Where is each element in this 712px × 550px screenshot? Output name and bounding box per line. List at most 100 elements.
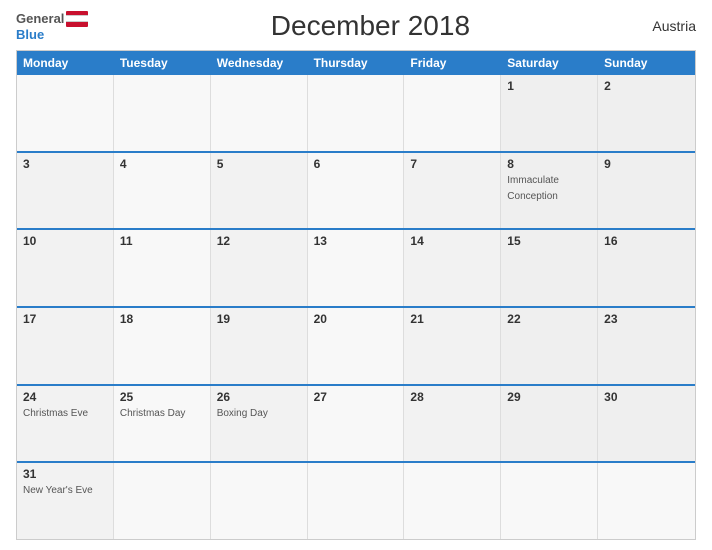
- day-number: 5: [217, 157, 301, 171]
- calendar-week-1: 12: [17, 75, 695, 151]
- calendar-cell: 7: [404, 153, 501, 229]
- day-number: 29: [507, 390, 591, 404]
- calendar-cell: 28: [404, 386, 501, 462]
- calendar-cell: 19: [211, 308, 308, 384]
- day-number: 15: [507, 234, 591, 248]
- logo: General Blue: [16, 11, 88, 42]
- day-number: 17: [23, 312, 107, 326]
- calendar-week-4: 17 18 19 20 21 22 23: [17, 306, 695, 384]
- day-number: 21: [410, 312, 494, 326]
- day-event: Christmas Day: [120, 408, 186, 419]
- calendar-cell: 27: [308, 386, 405, 462]
- day-number: 27: [314, 390, 398, 404]
- calendar-cell: [308, 75, 405, 151]
- page-header: General Blue December 2018 Austria: [16, 10, 696, 42]
- day-number: 1: [507, 79, 591, 93]
- calendar-cell: 8 Immaculate Conception: [501, 153, 598, 229]
- day-event: Immaculate Conception: [507, 175, 559, 202]
- day-number: 30: [604, 390, 689, 404]
- calendar-cell: [598, 463, 695, 539]
- calendar-cell: 11: [114, 230, 211, 306]
- calendar-cell: 17: [17, 308, 114, 384]
- day-number: 18: [120, 312, 204, 326]
- header-friday: Friday: [404, 51, 501, 75]
- day-number: 16: [604, 234, 689, 248]
- calendar-cell: 26 Boxing Day: [211, 386, 308, 462]
- day-number: 14: [410, 234, 494, 248]
- day-number: 11: [120, 234, 204, 248]
- calendar-cell: 2: [598, 75, 695, 151]
- calendar-cell: 4: [114, 153, 211, 229]
- calendar-body: 12345678Immaculate Conception91011121314…: [17, 75, 695, 539]
- day-number: 13: [314, 234, 398, 248]
- calendar-grid: Monday Tuesday Wednesday Thursday Friday…: [16, 50, 696, 540]
- day-number: 25: [120, 390, 204, 404]
- day-event: Boxing Day: [217, 408, 268, 419]
- day-number: 26: [217, 390, 301, 404]
- calendar-cell: [114, 463, 211, 539]
- day-number: 3: [23, 157, 107, 171]
- day-number: 7: [410, 157, 494, 171]
- calendar-cell: 24 Christmas Eve: [17, 386, 114, 462]
- day-number: 12: [217, 234, 301, 248]
- header-tuesday: Tuesday: [114, 51, 211, 75]
- day-number: 20: [314, 312, 398, 326]
- calendar-cell: 31 New Year's Eve: [17, 463, 114, 539]
- calendar-cell: 5: [211, 153, 308, 229]
- calendar-cell: [211, 75, 308, 151]
- calendar-cell: 18: [114, 308, 211, 384]
- calendar-cell: 10: [17, 230, 114, 306]
- logo-flag-icon: [66, 11, 88, 27]
- calendar-week-2: 345678 Immaculate Conception 9: [17, 151, 695, 229]
- calendar-cell: [404, 463, 501, 539]
- day-number: 22: [507, 312, 591, 326]
- calendar-page: General Blue December 2018 Austria Monda…: [0, 0, 712, 550]
- calendar-cell: 6: [308, 153, 405, 229]
- day-event: New Year's Eve: [23, 485, 93, 496]
- header-thursday: Thursday: [308, 51, 405, 75]
- calendar-cell: [17, 75, 114, 151]
- calendar-cell: 13: [308, 230, 405, 306]
- calendar-cell: 3: [17, 153, 114, 229]
- day-number: 24: [23, 390, 107, 404]
- calendar-week-3: 10 11 12 13 14 15 16: [17, 228, 695, 306]
- calendar-cell: 25 Christmas Day: [114, 386, 211, 462]
- calendar-cell: 30: [598, 386, 695, 462]
- calendar-cell: 20: [308, 308, 405, 384]
- calendar-cell: 1: [501, 75, 598, 151]
- country-label: Austria: [652, 18, 696, 34]
- calendar-cell: [308, 463, 405, 539]
- calendar-cell: 9: [598, 153, 695, 229]
- calendar-cell: [404, 75, 501, 151]
- day-number: 28: [410, 390, 494, 404]
- calendar-cell: 14: [404, 230, 501, 306]
- header-saturday: Saturday: [501, 51, 598, 75]
- calendar-cell: 23: [598, 308, 695, 384]
- calendar-header: Monday Tuesday Wednesday Thursday Friday…: [17, 51, 695, 75]
- day-number: 6: [314, 157, 398, 171]
- day-number: 31: [23, 467, 107, 481]
- calendar-cell: 21: [404, 308, 501, 384]
- logo-general: General: [16, 11, 64, 26]
- day-number: 19: [217, 312, 301, 326]
- day-number: 10: [23, 234, 107, 248]
- header-monday: Monday: [17, 51, 114, 75]
- header-sunday: Sunday: [598, 51, 695, 75]
- month-title: December 2018: [271, 10, 470, 42]
- day-number: 8: [507, 157, 591, 171]
- day-number: 4: [120, 157, 204, 171]
- calendar-cell: 12: [211, 230, 308, 306]
- calendar-week-6: 31 New Year's Eve: [17, 461, 695, 539]
- calendar-cell: 16: [598, 230, 695, 306]
- calendar-cell: [211, 463, 308, 539]
- calendar-cell: 15: [501, 230, 598, 306]
- header-wednesday: Wednesday: [211, 51, 308, 75]
- calendar-cell: [114, 75, 211, 151]
- calendar-cell: 29: [501, 386, 598, 462]
- day-number: 2: [604, 79, 689, 93]
- day-event: Christmas Eve: [23, 408, 88, 419]
- calendar-cell: [501, 463, 598, 539]
- logo-blue: Blue: [16, 27, 44, 42]
- day-number: 9: [604, 157, 689, 171]
- calendar-week-5: 24 Christmas Eve 25 Christmas Day 26 Boxing D…: [17, 384, 695, 462]
